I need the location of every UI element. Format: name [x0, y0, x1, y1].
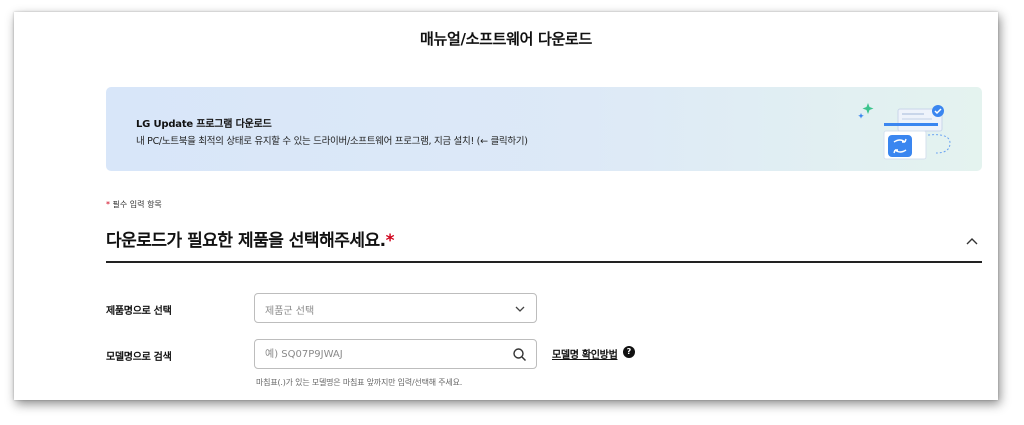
section-title-text: 다운로드가 필요한 제품을 선택해주세요. [106, 231, 386, 251]
model-search-box [254, 339, 537, 369]
chevron-up-icon[interactable] [964, 234, 980, 250]
section-required-star: * [385, 231, 395, 251]
model-input-hint: 마침표(.)가 있는 모델명은 마침표 앞까지만 입력/선택해 주세요. [256, 378, 463, 387]
page-frame: 매뉴얼/소프트웨어 다운로드 LG Update 프로그램 다운로드 내 PC/… [14, 12, 998, 400]
section-divider [106, 261, 982, 263]
product-category-select[interactable]: 제품군 선택 [254, 293, 537, 323]
model-name-howto-link[interactable]: 모델명 확인방법 [552, 346, 618, 361]
product-select-label: 제품명으로 선택 [106, 306, 172, 317]
required-note-text: 필수 입력 항목 [112, 200, 162, 209]
required-star: * [106, 200, 110, 209]
search-icon[interactable] [512, 347, 527, 362]
model-search-input[interactable] [255, 340, 505, 368]
sync-app-icon [858, 103, 951, 160]
page-title: 매뉴얼/소프트웨어 다운로드 [419, 30, 593, 48]
model-search-label: 모델명으로 검색 [106, 352, 172, 363]
lg-update-banner[interactable]: LG Update 프로그램 다운로드 내 PC/노트북을 최적의 상태로 유지… [106, 87, 982, 171]
banner-title: LG Update 프로그램 다운로드 [136, 119, 272, 130]
question-icon[interactable]: ? [623, 346, 635, 358]
chevron-down-icon [515, 306, 525, 312]
banner-description: 내 PC/노트북을 최적의 상태로 유지할 수 있는 드라이버/소프트웨어 프로… [136, 136, 528, 147]
required-note: * 필수 입력 항목 [106, 199, 162, 210]
product-category-select-value: 제품군 선택 [265, 306, 315, 317]
section-title: 다운로드가 필요한 제품을 선택해주세요.* [106, 226, 395, 251]
